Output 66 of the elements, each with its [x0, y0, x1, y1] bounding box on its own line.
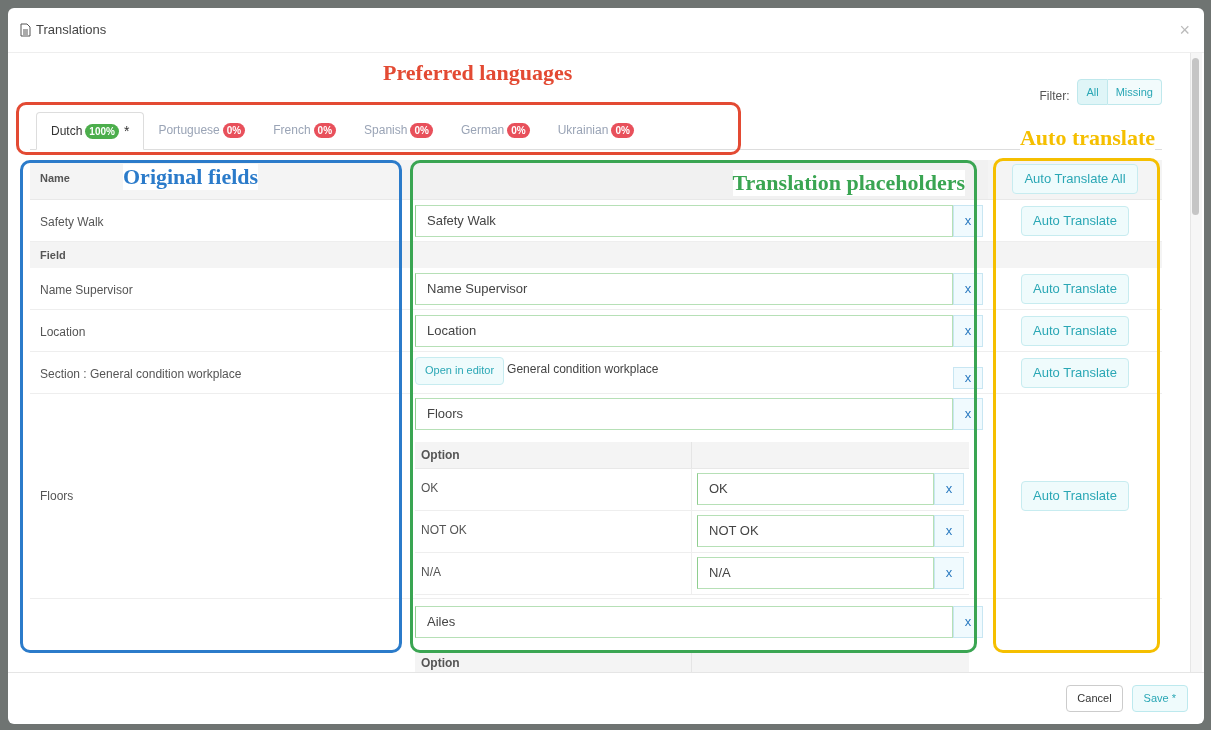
column-header: Option	[421, 447, 460, 464]
option-text: NOT OK	[421, 523, 467, 537]
open-in-editor-button[interactable]: Open in editor	[415, 356, 505, 385]
input-field[interactable]: N/A	[697, 557, 934, 589]
original-text: Location	[40, 324, 86, 339]
language-tab[interactable]: Spanish 0%	[350, 111, 447, 149]
input-field[interactable]: OK	[697, 473, 934, 505]
language-tab[interactable]: Portuguese 0%	[144, 111, 260, 149]
clear-button[interactable]: x	[953, 606, 983, 638]
clear-button[interactable]: x	[934, 473, 964, 505]
original-text: Floors	[40, 488, 74, 505]
column-header: Name	[40, 172, 70, 184]
clear-button[interactable]: x	[953, 314, 983, 347]
tab-label: Dutch	[51, 123, 83, 140]
annotation-label: Original fields	[123, 164, 259, 190]
clear-button[interactable]: x	[953, 204, 983, 237]
auto-translate-button[interactable]: Auto Translate	[1021, 273, 1129, 304]
clear-button[interactable]: x	[953, 367, 983, 389]
percent-badge: 0%	[313, 122, 337, 138]
tab-label: Portuguese	[158, 122, 220, 139]
percent-badge: 0%	[611, 122, 634, 138]
auto-translate-button[interactable]: Auto Translate	[1021, 205, 1129, 236]
auto-translate-button[interactable]: Auto Translate All	[1012, 164, 1138, 194]
clear-button[interactable]: x	[934, 557, 964, 589]
original-text: Section : General condition workplace	[40, 366, 242, 381]
cancel-button[interactable]: Cancel	[1066, 685, 1123, 712]
original-text: Name Supervisor	[40, 282, 133, 297]
input-field[interactable]: Location	[415, 314, 953, 347]
modified-mark: *	[123, 121, 130, 141]
tab-label: Spanish	[364, 122, 408, 139]
tab-label: French	[273, 122, 311, 139]
document-icon	[20, 23, 31, 37]
clear-button[interactable]: x	[953, 398, 983, 430]
auto-translate-button[interactable]: Auto Translate	[1021, 357, 1129, 388]
percent-badge: 0%	[507, 122, 530, 138]
language-tab[interactable]: French 0%	[259, 111, 351, 149]
section-text: General condition workplace	[507, 361, 659, 376]
save-button[interactable]: Save *	[1131, 685, 1188, 712]
input-field[interactable]: Floors	[415, 398, 953, 430]
scrollbar-thumb[interactable]	[1192, 58, 1199, 215]
filter-label: Filter:	[1039, 88, 1070, 105]
option-text: N/A	[421, 565, 441, 579]
percent-badge: 100%	[85, 123, 119, 139]
column-header: Option	[421, 655, 460, 672]
language-tab[interactable]: German 0%	[446, 111, 544, 149]
percent-badge: 0%	[222, 122, 246, 138]
tab-label: German	[460, 122, 505, 139]
language-tab[interactable]: Dutch 100% *	[36, 112, 145, 150]
language-tab[interactable]: Ukrainian 0%	[543, 111, 648, 149]
input-field[interactable]: Ailes	[415, 606, 953, 638]
group-label: Field	[40, 247, 66, 263]
window-title: Translations	[36, 21, 107, 40]
percent-badge: 0%	[410, 122, 433, 138]
auto-translate-button[interactable]: Auto Translate	[1021, 315, 1129, 346]
annotation-label: Translation placeholders	[732, 170, 965, 196]
filter-option[interactable]: Missing	[1107, 79, 1162, 105]
input-field[interactable]: Name Supervisor	[415, 272, 953, 305]
auto-translate-button[interactable]: Auto Translate	[1021, 481, 1129, 511]
option-text: OK	[421, 481, 439, 495]
input-field[interactable]: Safety Walk	[415, 204, 953, 237]
original-text: Safety Walk	[40, 214, 104, 229]
clear-button[interactable]: x	[934, 515, 964, 547]
input-field[interactable]: NOT OK	[697, 515, 934, 547]
clear-button[interactable]: x	[953, 272, 983, 305]
tab-label: Ukrainian	[557, 122, 609, 139]
filter-option[interactable]: All	[1077, 79, 1108, 105]
